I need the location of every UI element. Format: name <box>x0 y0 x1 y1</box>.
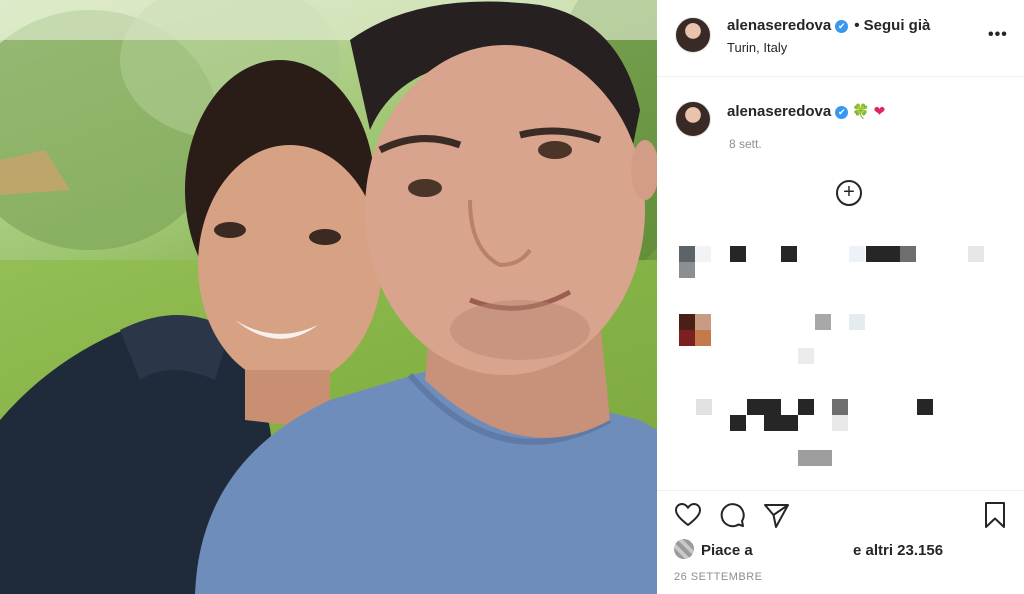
bookmark-icon <box>985 502 1005 528</box>
share-icon <box>764 504 789 528</box>
pixel-block <box>764 415 798 431</box>
load-more-comments-icon[interactable]: + <box>836 180 862 206</box>
pixel-block <box>815 314 831 330</box>
pixel-block <box>695 330 711 346</box>
pixel-block <box>781 246 797 262</box>
pixel-block <box>695 314 711 330</box>
author-avatar[interactable] <box>675 17 711 53</box>
post-location[interactable]: Turin, Italy <box>727 40 787 55</box>
verified-badge-icon: ✔ <box>835 106 849 119</box>
actions-divider <box>657 490 1024 491</box>
caption-username[interactable]: alenaseredova <box>727 103 831 120</box>
author-username[interactable]: alenaseredova <box>727 17 831 34</box>
pixel-block <box>730 415 746 431</box>
pixel-block <box>798 348 814 364</box>
pixel-block <box>798 450 832 466</box>
likes-count[interactable]: e altri 23.156 <box>853 542 943 559</box>
pixel-block <box>696 399 712 415</box>
clover-emoji: 🍀 <box>852 103 870 119</box>
pixel-block <box>798 399 814 415</box>
more-options-icon[interactable]: ••• <box>988 26 1008 44</box>
likes-prefix: Piace a <box>701 542 753 559</box>
pixel-block <box>917 399 933 415</box>
post-side-panel: alenaseredova ✔ • Segui già Turin, Italy •… <box>657 0 1024 594</box>
liker-avatar[interactable] <box>674 539 694 559</box>
caption-avatar[interactable] <box>675 101 711 137</box>
save-button[interactable] <box>980 500 1010 530</box>
pixel-block <box>849 314 865 330</box>
pixel-block <box>832 399 848 415</box>
pixel-block <box>832 415 848 431</box>
author-header: alenaseredova ✔ • Segui già <box>727 17 930 34</box>
like-button[interactable] <box>673 500 703 530</box>
pixel-block <box>679 330 695 346</box>
comment-icon <box>720 503 745 528</box>
verified-badge-icon: ✔ <box>835 20 849 33</box>
pixel-block <box>695 246 711 262</box>
photo-illustration <box>0 0 657 594</box>
heart-emoji: ❤ <box>873 103 886 119</box>
caption-date: 8 sett. <box>729 137 762 151</box>
comment-button[interactable] <box>717 500 747 530</box>
heart-icon <box>675 503 701 526</box>
post-photo[interactable] <box>0 0 657 594</box>
pixel-block <box>679 246 695 262</box>
share-button[interactable] <box>761 500 791 530</box>
post-date[interactable]: 26 SETTEMBRE <box>674 571 763 583</box>
pixel-block <box>900 246 916 262</box>
action-bar <box>657 500 1024 536</box>
caption-header: alenaseredova ✔ 🍀 ❤ <box>727 103 885 120</box>
pixel-block <box>849 246 865 262</box>
pixel-block <box>747 399 781 415</box>
header-divider <box>657 76 1024 77</box>
following-label[interactable]: • Segui già <box>854 17 930 34</box>
pixel-block <box>679 314 695 330</box>
pixel-block <box>968 246 984 262</box>
pixel-block <box>866 246 900 262</box>
pixel-block <box>679 262 695 278</box>
pixel-block <box>730 246 746 262</box>
